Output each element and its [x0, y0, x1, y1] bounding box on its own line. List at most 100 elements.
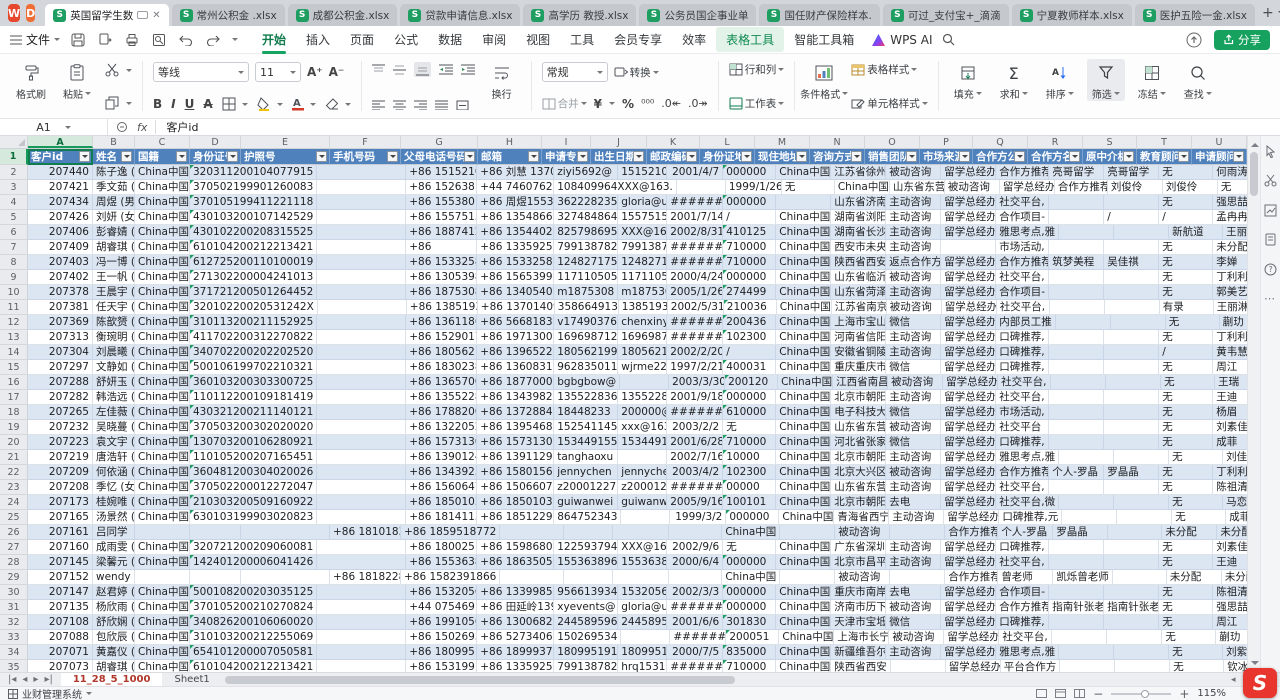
cell[interactable]: +86 18099519: [406, 645, 477, 660]
filter-dropdown-icon[interactable]: [227, 151, 238, 162]
column-header-S[interactable]: S: [1083, 136, 1137, 148]
cell[interactable]: 胡睿琪 (女): [93, 240, 135, 255]
worksheet-button[interactable]: 工作表: [729, 96, 785, 111]
cell[interactable]: 黄韦慧: [1213, 345, 1247, 360]
normal-view-icon[interactable]: [1036, 688, 1047, 699]
cell[interactable]: 610000: [723, 405, 776, 420]
cell[interactable]: 合作方推荐: [945, 570, 998, 585]
cell[interactable]: 口碑推荐,: [996, 540, 1049, 555]
cell[interactable]: 153449155: [618, 435, 667, 450]
cell[interactable]: 陈子逸 (男): [93, 165, 135, 180]
cell[interactable]: [1104, 270, 1159, 285]
cell[interactable]: 135522836: [618, 390, 667, 405]
cell[interactable]: 河南省信阳: [831, 330, 886, 345]
cell[interactable]: 1997/2/21: [667, 360, 723, 375]
cell[interactable]: +86 1339985047: [477, 585, 554, 600]
cell[interactable]: 陈歆赟 (女): [93, 315, 135, 330]
cell[interactable]: 吴佳祺: [1104, 255, 1159, 270]
cell[interactable]: [317, 240, 406, 255]
row-header[interactable]: 5: [0, 210, 28, 225]
cell[interactable]: 135522836: [554, 390, 618, 405]
cell[interactable]: 2000/7/5: [667, 645, 723, 660]
cell[interactable]: 207219: [28, 450, 93, 465]
distribute-icon[interactable]: [456, 98, 469, 111]
cell[interactable]: 207135: [28, 600, 93, 615]
cell[interactable]: 合作方推荐: [945, 525, 998, 540]
cell[interactable]: [317, 465, 406, 480]
cell[interactable]: 合作方推荐: [996, 465, 1049, 480]
cell[interactable]: 102300: [723, 465, 776, 480]
currency-format-icon[interactable]: ¥: [594, 97, 602, 111]
cell[interactable]: 207223: [28, 435, 93, 450]
cell[interactable]: 筑梦美程: [1049, 255, 1104, 270]
cell[interactable]: [317, 345, 406, 360]
cell[interactable]: 黄嘉仪 (女): [93, 645, 135, 660]
cell[interactable]: 207440: [28, 165, 93, 180]
cell[interactable]: 无: [1159, 600, 1213, 615]
column-header-B[interactable]: B: [93, 136, 135, 148]
search-icon[interactable]: [940, 32, 956, 48]
cell[interactable]: /: [723, 345, 776, 360]
cell[interactable]: 北京市朝阳: [831, 390, 886, 405]
cell[interactable]: 合作方推荐: [996, 600, 1049, 615]
cell[interactable]: 180562199: [618, 345, 667, 360]
cell[interactable]: 被动咨询: [886, 465, 941, 480]
cell[interactable]: 被动咨询: [886, 165, 941, 180]
cell[interactable]: [621, 510, 670, 525]
cell[interactable]: 刘紫馨: [1223, 645, 1247, 660]
row-header[interactable]: 18: [0, 405, 28, 420]
cell[interactable]: [620, 375, 669, 390]
row-header[interactable]: 23: [0, 480, 28, 495]
cell[interactable]: 刘素佳: [1213, 420, 1247, 435]
cell[interactable]: 留学总经办: [943, 375, 998, 390]
header-cell[interactable]: 姓名: [93, 149, 135, 165]
sheet-tab[interactable]: 11_28_5_1000: [61, 673, 163, 687]
find-button[interactable]: 查找: [1179, 59, 1217, 101]
scroll-up-icon[interactable]: [1251, 139, 1259, 147]
header-cell[interactable]: 国籍: [135, 149, 190, 165]
cell[interactable]: 2002/5/31: [668, 300, 724, 315]
cell[interactable]: [317, 405, 406, 420]
cell[interactable]: 雅思考点,雅: [996, 645, 1059, 660]
cell[interactable]: 留学总经办: [941, 330, 996, 345]
cell[interactable]: China中国: [135, 180, 190, 195]
cell[interactable]: 153205639: [618, 585, 667, 600]
cell[interactable]: 主动咨询: [886, 195, 941, 210]
cell[interactable]: 2000/4/24: [667, 270, 723, 285]
column-header-F[interactable]: F: [330, 136, 401, 148]
cell[interactable]: bgbgbow@: [554, 375, 620, 390]
chart-helper-icon[interactable]: [1264, 203, 1277, 217]
cell[interactable]: 无: [1159, 195, 1213, 210]
filter-dropdown-icon[interactable]: [796, 151, 807, 162]
cell[interactable]: +86 15575158: [406, 210, 477, 225]
cell[interactable]: [1104, 555, 1159, 570]
cell[interactable]: 留学总经办: [941, 285, 996, 300]
cell[interactable]: 未分配: [1167, 570, 1222, 585]
cell[interactable]: China中国: [776, 285, 831, 300]
filter-dropdown-icon[interactable]: [959, 151, 970, 162]
header-cell[interactable]: 原中介机构: [1083, 149, 1137, 165]
increase-indent-icon[interactable]: [461, 63, 475, 76]
cell[interactable]: 207160: [28, 540, 93, 555]
conditional-format-button[interactable]: 条件格式: [805, 59, 843, 101]
cell[interactable]: 956613934: [554, 585, 618, 600]
cell[interactable]: 362228235: [554, 195, 618, 210]
cell[interactable]: 207071: [28, 645, 93, 660]
cell[interactable]: [1051, 375, 1106, 390]
cell[interactable]: China中国: [135, 480, 190, 495]
cell[interactable]: [1107, 630, 1162, 645]
row-header[interactable]: 10: [0, 285, 28, 300]
cell[interactable]: 108409964XXX@163.: [554, 180, 677, 195]
cell[interactable]: [317, 390, 406, 405]
cell[interactable]: [1117, 510, 1172, 525]
cell[interactable]: 10000: [723, 450, 776, 465]
cell[interactable]: 207108: [28, 615, 93, 630]
cell[interactable]: 主动咨询: [886, 285, 941, 300]
column-header-D[interactable]: D: [190, 136, 241, 148]
cell[interactable]: 000000: [723, 195, 776, 210]
cell[interactable]: #########: [667, 315, 723, 330]
selection-pane-icon[interactable]: [1264, 144, 1277, 158]
zoom-out-icon[interactable]: −: [1093, 687, 1103, 700]
cell[interactable]: [1059, 495, 1114, 510]
row-header[interactable]: 11: [0, 300, 28, 315]
